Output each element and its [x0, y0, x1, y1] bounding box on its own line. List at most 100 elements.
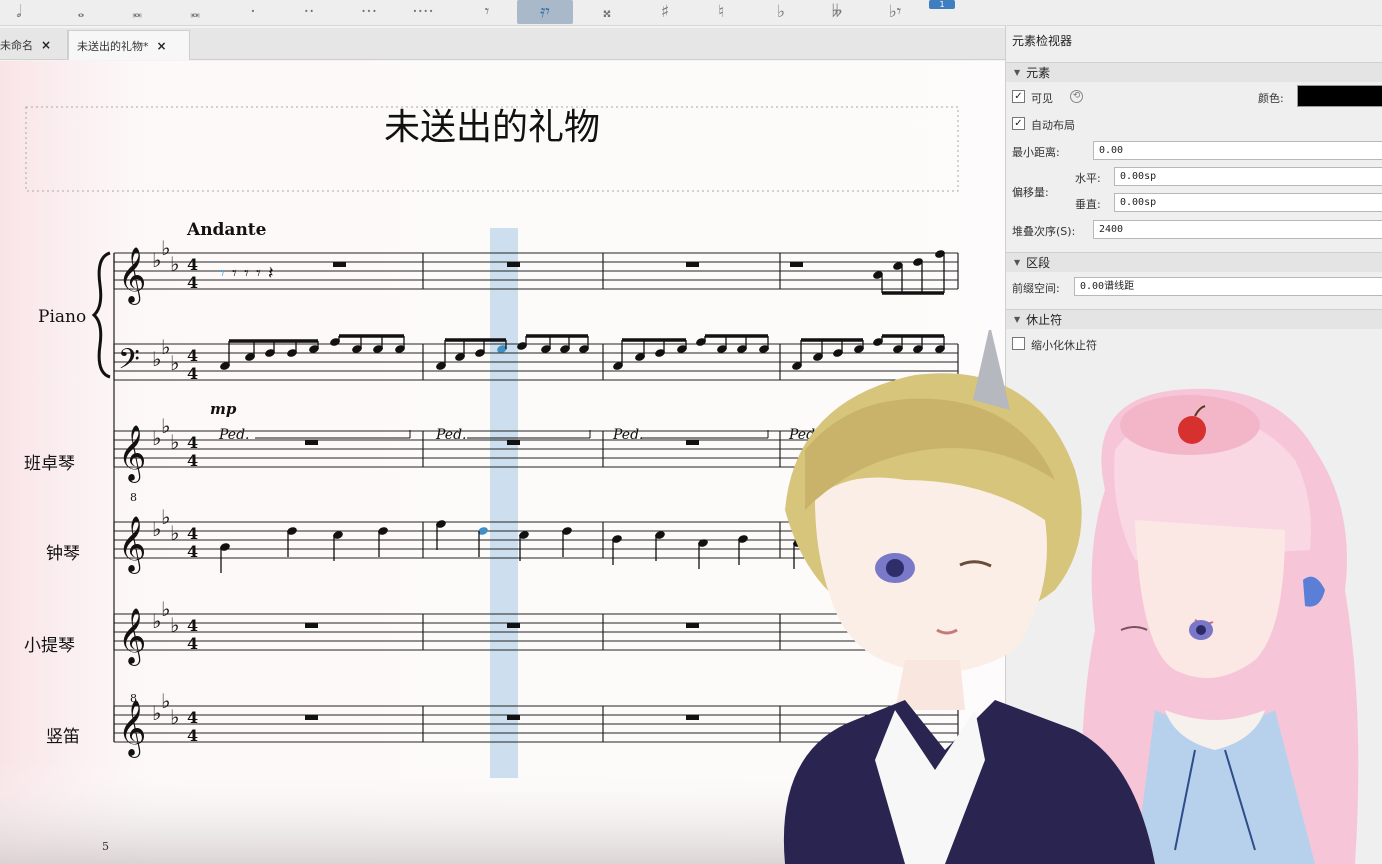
- treble-clef-icon: 𝄞: [118, 700, 146, 758]
- rest-icon: 𝄾: [220, 263, 225, 284]
- pedal-mark: Ped.: [218, 427, 250, 443]
- reset-icon[interactable]: ⟲: [1070, 90, 1083, 103]
- whole-rest: [790, 262, 803, 267]
- leading-space-label: 前缀空间:: [1012, 282, 1060, 295]
- flat-icon: ♭: [170, 521, 179, 545]
- whole-rest: [686, 715, 699, 720]
- rest-icon[interactable]: 𝄾: [468, 0, 506, 24]
- rest-icon: 𝄾: [244, 263, 249, 284]
- section-element-label: 元素: [1026, 66, 1051, 80]
- score-tab-bar: 未命名 × 未送出的礼物* ×: [0, 28, 1005, 60]
- time-sig-bottom: 4: [187, 451, 198, 470]
- whole-rest: [305, 440, 318, 445]
- quad-dot-icon[interactable]: ····: [404, 0, 442, 24]
- whole-rest: [305, 715, 318, 720]
- section-rest-header[interactable]: ▼ 休止符: [1006, 309, 1382, 329]
- section-segment-label: 区段: [1026, 256, 1051, 270]
- offset-label: 偏移量:: [1012, 186, 1049, 199]
- stacking-order-label: 堆叠次序(S):: [1012, 225, 1076, 238]
- close-icon[interactable]: ×: [41, 38, 51, 52]
- dot-icon[interactable]: ·: [234, 0, 272, 24]
- time-sig-bottom: 4: [187, 273, 198, 292]
- collapse-triangle-icon[interactable]: ▼: [1014, 68, 1020, 77]
- leading-space-input[interactable]: 0.00谱线距: [1074, 277, 1382, 296]
- tempo-marking: Andante: [186, 220, 267, 240]
- section-element-header[interactable]: ▼ 元素: [1006, 62, 1382, 82]
- whole-rest: [333, 262, 346, 267]
- tab-untitled[interactable]: 未命名 ×: [0, 30, 68, 60]
- flip-direction-icon[interactable]: ♭𝄾: [876, 0, 914, 24]
- time-sig-bottom: 4: [187, 634, 198, 653]
- time-sig-bottom: 4: [187, 364, 198, 383]
- instrument-banjo: 班卓琴: [24, 454, 75, 474]
- pedal-mark: Ped.: [788, 427, 820, 443]
- treble-clef-icon: 𝄞: [118, 608, 146, 666]
- whole-note-icon[interactable]: 𝅝: [62, 0, 100, 24]
- whole-rest: [865, 623, 878, 628]
- flat-icon: ♭: [170, 430, 179, 454]
- pedal-mark: Ped.: [612, 427, 644, 443]
- vertical-label: 垂直:: [1075, 198, 1101, 211]
- instrument-recorder: 竖笛: [46, 727, 80, 747]
- whole-rest: [865, 715, 878, 720]
- whole-rest: [865, 440, 878, 445]
- time-sig-top: 4: [187, 524, 198, 543]
- instrument-violin: 小提琴: [24, 636, 75, 656]
- whole-rest: [507, 262, 520, 267]
- min-distance-label: 最小距离:: [1012, 146, 1060, 159]
- small-rests-checkbox[interactable]: [1012, 337, 1025, 350]
- color-label: 颜色:: [1258, 92, 1284, 105]
- voice-1-label: 1: [939, 0, 945, 9]
- whole-rest: [507, 715, 520, 720]
- close-icon[interactable]: ×: [157, 39, 167, 53]
- double-dot-icon[interactable]: ··: [290, 0, 328, 24]
- time-sig-top: 4: [187, 708, 198, 727]
- half-note-icon[interactable]: 𝅗𝅥: [0, 0, 38, 24]
- time-sig-top: 4: [187, 346, 198, 365]
- stacking-order-input[interactable]: 2400: [1093, 220, 1382, 239]
- rest-icon: 𝄾: [256, 263, 261, 284]
- flat-icon: ♭: [170, 252, 179, 276]
- whole-rest: [305, 623, 318, 628]
- double-flat-icon[interactable]: 𝄫: [818, 0, 856, 24]
- collapse-triangle-icon[interactable]: ▼: [1014, 258, 1020, 267]
- rest-icon: 𝄽: [268, 263, 274, 284]
- time-sig-bottom: 4: [187, 726, 198, 745]
- tab-unsent-gift[interactable]: 未送出的礼物* ×: [68, 30, 190, 60]
- selection-column: [490, 228, 518, 778]
- visible-checkbox[interactable]: ✓: [1012, 90, 1025, 103]
- note-input-toolbar: 𝅗𝅥 𝅝 𝅜 𝅜 · ·· ··· ···· 𝄾 𝄿𝄾 𝄪 ♯ ♮ ♭ 𝄫 ♭𝄾…: [0, 0, 1382, 26]
- horizontal-offset-input[interactable]: 0.00sp: [1114, 167, 1382, 186]
- visible-label: 可见: [1031, 92, 1053, 105]
- tab-label: 未命名: [0, 39, 33, 52]
- collapse-triangle-icon[interactable]: ▼: [1014, 315, 1020, 324]
- flat-icon[interactable]: ♭: [762, 0, 800, 24]
- breve-note-icon[interactable]: 𝅜: [118, 0, 156, 24]
- section-segment-header[interactable]: ▼ 区段: [1006, 252, 1382, 272]
- whole-rest: [507, 440, 520, 445]
- inspector-panel: 元素检视器 ▼ 元素 ✓ 可见 ⟲ 颜色: ✓ 自动布局 最小距离: 0.00 …: [1005, 26, 1382, 864]
- whole-rest: [686, 440, 699, 445]
- double-sharp-icon[interactable]: 𝄪: [588, 0, 626, 24]
- instrument-glockenspiel: 钟琴: [46, 544, 80, 564]
- auto-layout-checkbox[interactable]: ✓: [1012, 117, 1025, 130]
- min-distance-input[interactable]: 0.00: [1093, 141, 1382, 160]
- vertical-offset-input[interactable]: 0.00sp: [1114, 193, 1382, 212]
- longa-note-icon[interactable]: 𝅜: [176, 0, 214, 24]
- score-canvas[interactable]: 未送出的礼物 Andante Piano 班卓琴 钟琴 小提琴 竖笛 𝄞 ♭ ♭ ♭ 𝄢…: [0, 61, 1005, 864]
- whole-rest: [686, 262, 699, 267]
- triple-dot-icon[interactable]: ···: [350, 0, 388, 24]
- time-sig-bottom: 4: [187, 542, 198, 561]
- rest-selected-icon[interactable]: 𝄿𝄾: [517, 0, 573, 24]
- natural-icon[interactable]: ♮: [702, 0, 740, 24]
- small-rests-label: 缩小化休止符: [1031, 339, 1097, 352]
- inspector-title: 元素检视器: [1012, 34, 1073, 48]
- time-sig-top: 4: [187, 616, 198, 635]
- octave-mark-recorder: 8: [130, 692, 137, 705]
- color-swatch[interactable]: [1297, 85, 1382, 107]
- score-title: 未送出的礼物: [384, 107, 600, 148]
- flat-icon: ♭: [170, 613, 179, 637]
- whole-rest: [507, 623, 520, 628]
- sharp-icon[interactable]: ♯: [646, 0, 684, 24]
- voice-1-button[interactable]: 1: [929, 0, 955, 9]
